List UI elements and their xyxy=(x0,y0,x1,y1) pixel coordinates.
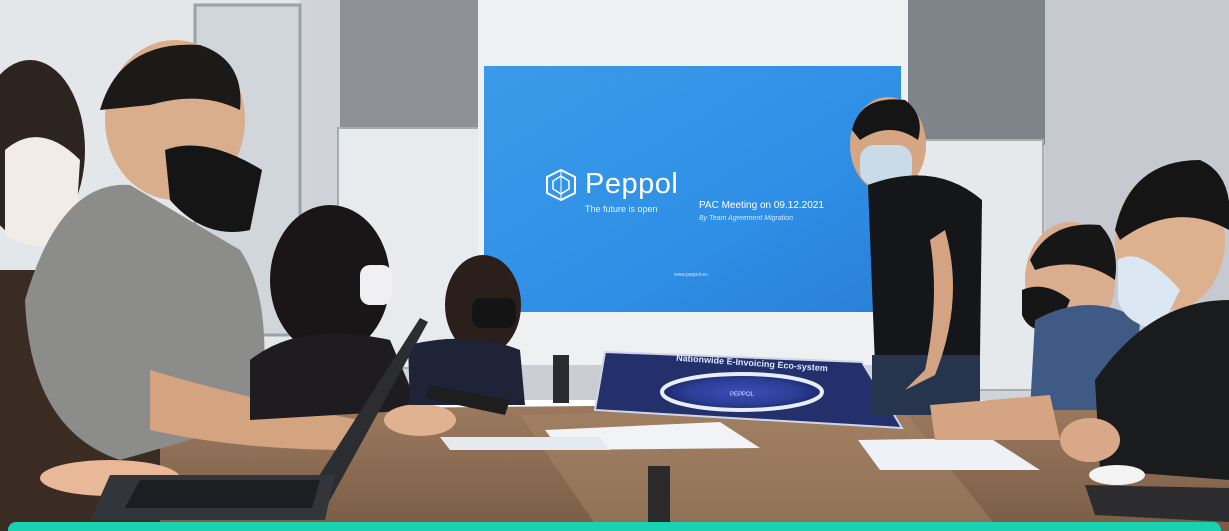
right-panel xyxy=(905,0,1045,145)
projected-slide xyxy=(484,66,901,312)
photo-frame: PEPPOL Peppol The future is open PAC Mee… xyxy=(0,0,1229,531)
dark-panel xyxy=(340,0,485,135)
woman-black-mask xyxy=(360,265,392,305)
presenter-device xyxy=(553,355,569,403)
man-right-hand xyxy=(1060,418,1120,462)
computer-mouse xyxy=(1089,465,1145,485)
papers-left xyxy=(440,437,610,450)
accent-bar xyxy=(8,522,1221,531)
cable-box xyxy=(648,466,670,526)
meeting-room-scene: PEPPOL xyxy=(0,0,1229,531)
woman-center-mask xyxy=(472,298,516,328)
woman-black-hand xyxy=(384,404,456,436)
presenter-shirt xyxy=(868,175,982,365)
poster-center-label: PEPPOL xyxy=(730,392,755,398)
laptop-left-keyboard xyxy=(125,480,320,508)
